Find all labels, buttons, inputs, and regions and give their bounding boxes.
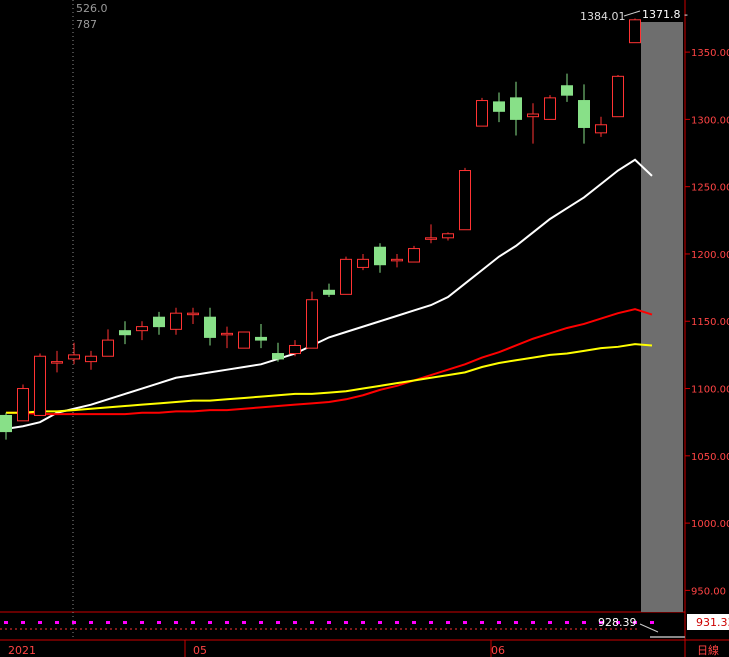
y-tick-label: 1350.00 [691,48,729,59]
candle-body-up [34,355,46,416]
volume-marker [650,621,654,624]
timeframe-label[interactable]: 日線 [697,643,719,657]
volume-marker [395,621,399,624]
candle-body-up [612,75,624,118]
high-label-leader [623,10,641,17]
candle-body-down [561,85,573,96]
volume-marker [429,621,433,624]
volume-marker [276,621,280,624]
bottom-price-tag[interactable]: 931.33 [696,616,729,629]
volume-marker [582,621,586,624]
y-tick-label: 1250.00 [691,183,729,194]
volume-marker [225,621,229,624]
projection-zone [641,22,683,612]
candle-body-down [204,316,216,338]
candle-body-up [85,355,97,363]
volume-marker [89,621,93,624]
candle-body-up [102,339,114,357]
candle-body-up [527,113,539,118]
volume-marker [4,621,8,624]
candle-body-down [272,353,284,360]
candle-body-down [323,289,335,295]
volume-marker [38,621,42,624]
candle-body-down [153,316,165,328]
volume-marker [531,621,535,624]
cursor-readout-1: 526.0 [76,2,108,15]
candle-body-down [0,414,12,433]
x-label-05: 05 [193,644,207,657]
candle-body-down [119,330,131,336]
candle-body-down [493,101,505,112]
candle-body-up [459,170,471,231]
candle-body-up [476,100,488,127]
x-label-06: 06 [491,644,505,657]
y-tick-label: 1000.00 [691,519,729,530]
volume-marker [310,621,314,624]
volume-marker [123,621,127,624]
candle-body-up [170,312,182,330]
volume-marker [497,621,501,624]
volume-marker [174,621,178,624]
candle-body-up [408,248,420,263]
low-label-leader [639,623,659,633]
volume-marker [259,621,263,624]
y-tick-label: 1150.00 [691,317,729,328]
candle-body-down [578,100,590,128]
volume-marker [191,621,195,624]
volume-marker [106,621,110,624]
volume-marker [344,621,348,624]
candle-body-up [629,19,641,44]
volume-marker [21,621,25,624]
volume-marker [446,621,450,624]
candle-body-up [68,354,80,360]
candle-body-up [340,258,352,295]
cursor-readout-2: 787 [76,18,97,31]
volume-marker [514,621,518,624]
low-price-label: 928.39 [598,616,637,629]
candle-body-up [306,299,318,349]
moving-average-line-2 [6,308,653,416]
candle-body-up [442,233,454,239]
x-label-2021: 2021 [8,644,36,657]
candle-body-down [510,97,522,120]
volume-marker [157,621,161,624]
candle-body-up [391,258,403,262]
candle-body-up [187,312,199,316]
volume-marker [293,621,297,624]
volume-marker [378,621,382,624]
candle-body-up [357,258,369,268]
volume-marker [463,621,467,624]
candle-body-down [374,246,386,266]
volume-marker [208,621,212,624]
high-price-label: 1384.01 [580,10,626,23]
candle-body-up [544,97,556,120]
candle-body-up [136,326,148,332]
chart-window: 950.00 1000.00 1050.00 1100.00 1150.00 1200.0… [0,0,729,657]
volume-marker [412,621,416,624]
y-tick-label: 950.00 [691,586,726,597]
volume-marker [72,621,76,624]
volume-marker [242,621,246,624]
y-tick-label: 1050.00 [691,452,729,463]
candle-body-up [425,237,437,240]
volume-marker [361,621,365,624]
candle-body-up [289,344,301,355]
candle-body-down [255,336,267,341]
volume-marker [565,621,569,624]
candle-body-up [595,124,607,134]
y-tick-label: 1100.00 [691,385,729,396]
volume-marker [548,621,552,624]
volume-marker [55,621,59,624]
current-price-tag[interactable]: 1371.8 - [642,8,688,21]
y-tick-label: 1200.00 [691,250,729,261]
volume-marker [140,621,144,624]
candle-body-up [17,388,29,422]
volume-marker [327,621,331,624]
y-tick-label: 1300.00 [691,115,729,126]
candlestick-chart[interactable]: 950.00 1000.00 1050.00 1100.00 1150.00 1200.0… [0,0,729,657]
candle-body-up [51,361,63,364]
candle-body-up [238,331,250,349]
candle-body-up [221,332,233,336]
volume-marker [480,621,484,624]
